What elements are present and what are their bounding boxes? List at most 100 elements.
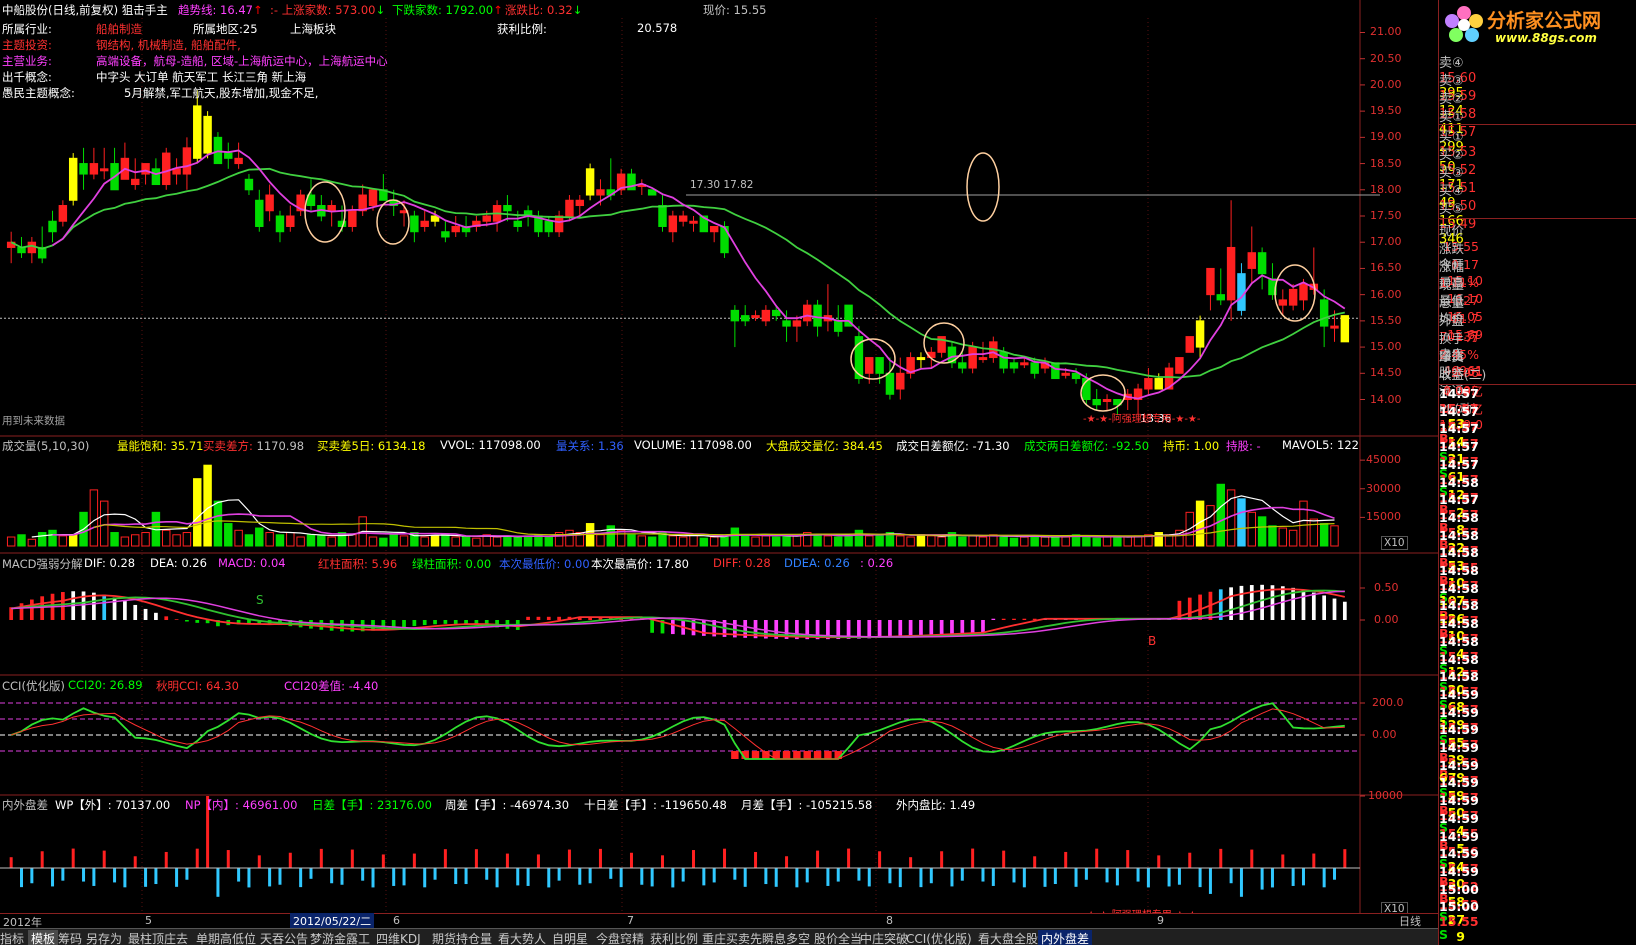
candle-body	[1319, 299, 1329, 327]
tab-2[interactable]: 筹码	[58, 930, 82, 945]
wp-bar	[712, 868, 716, 883]
tab-20[interactable]: 内外盘差	[1038, 930, 1093, 945]
candle-fill	[59, 205, 67, 222]
wp-bar	[51, 868, 55, 887]
macd-tick-label: 0.00	[1374, 613, 1399, 626]
trade-time: 14:58	[1439, 669, 1479, 685]
sell-row[interactable]: 卖④ 15.60 395	[1439, 52, 1636, 101]
wp-bar	[1022, 868, 1026, 888]
tab-8[interactable]: 四维KDJ	[376, 930, 421, 945]
trade-row: 14:59 15.57 30 B	[1439, 846, 1636, 906]
wp-bar	[1157, 855, 1161, 868]
wp-bar	[1208, 868, 1212, 894]
wp-bar	[1177, 868, 1181, 885]
wp-bar	[1343, 849, 1347, 868]
buy-level-label: 买③	[1439, 166, 1464, 181]
tab-9[interactable]: 期货持仓量	[432, 930, 492, 945]
buy-row[interactable]: 买① 15.53 50	[1439, 126, 1636, 175]
stat-row: 涨跌 0.17 最高 16.10	[1439, 238, 1636, 306]
tab-10[interactable]: 看大势人	[498, 930, 546, 945]
tab-6[interactable]: 天吞公告	[260, 930, 308, 945]
chart-window[interactable]: SB 中船股份(日线,前复权) 狙击手主 趋势线: 16.47↑ :- 上涨家数…	[0, 0, 1636, 945]
volume-bar	[461, 535, 471, 547]
ratio-value: 0.32	[547, 3, 573, 17]
buy-row[interactable]: 买③ 15.51 49	[1439, 162, 1636, 211]
trade-price: 15.55	[1439, 914, 1479, 930]
tab-12[interactable]: 今盘窍精	[596, 930, 644, 945]
buy-level-label: 买④	[1439, 184, 1464, 199]
volume-bar	[916, 534, 926, 547]
tab-11[interactable]: 自明星	[552, 930, 588, 945]
wp-ten: 十日差【手】: -119650.48	[584, 798, 727, 812]
wp-bar	[526, 868, 530, 886]
wp-bar	[1126, 850, 1130, 868]
tab-3[interactable]: 另存为	[86, 930, 122, 945]
wp-day: 日差【手】: 23176.00	[312, 798, 432, 812]
wp-bar	[412, 853, 416, 868]
candle-body	[958, 362, 967, 369]
trade-time: 14:58	[1439, 580, 1479, 596]
wp-bar	[692, 850, 696, 868]
volume-bar	[317, 535, 326, 547]
trade-time: 14:58	[1439, 527, 1479, 543]
high-price: 本次最高价: 17.80	[591, 557, 689, 571]
stat-label: 净资	[1439, 349, 1465, 364]
stat-label: 外盘	[1439, 313, 1465, 328]
wp-bar	[433, 868, 437, 880]
buy-row[interactable]: 买⑤ 15.49 346	[1439, 198, 1636, 247]
date-selected[interactable]: 2012/05/22/二	[290, 913, 375, 929]
trade-row: 14:57 15.57 12 B	[1439, 457, 1636, 517]
wp-bar	[454, 868, 458, 885]
price-tick-label: 20.50	[1370, 51, 1402, 65]
tab-5[interactable]: 单期高低位	[196, 930, 256, 945]
logo-area: 分析家公式网 www.88gs.com	[1439, 0, 1636, 50]
sell-row[interactable]: 卖③ 15.59 124	[1439, 70, 1636, 119]
buy-row[interactable]: 买④ 15.50 166	[1439, 180, 1636, 229]
sell-row[interactable]: 卖② 15.58 411	[1439, 88, 1636, 137]
vol-tick-label: 15000	[1366, 510, 1401, 524]
trade-time: 14:58	[1439, 633, 1479, 649]
candle-body	[658, 205, 667, 227]
tab-19[interactable]: 看大盘全股	[978, 930, 1038, 945]
tab-7[interactable]: 梦游金露工	[310, 930, 370, 945]
macd-s-mark: S	[256, 593, 264, 607]
wp-bar	[505, 853, 509, 868]
candle-fill	[1289, 289, 1297, 306]
tab-0[interactable]: 指标	[0, 930, 24, 945]
volume-bar	[854, 529, 864, 547]
tab-17[interactable]: 中庄突破	[860, 930, 908, 945]
candle-body	[244, 178, 254, 191]
wp-bar	[567, 849, 571, 868]
candle-body	[224, 152, 233, 159]
volume-bar	[1288, 529, 1298, 547]
stat-label: 涨跌	[1439, 241, 1465, 256]
tab-14[interactable]: 重庄买卖先	[702, 930, 762, 945]
tab-15[interactable]: 瞬息多空	[762, 930, 810, 945]
candle-body	[193, 105, 202, 159]
tab-4[interactable]: 最柱顶庄去	[128, 930, 188, 945]
up-count: :- 上涨家数: 573.00↓	[270, 2, 385, 18]
candle-body	[503, 205, 512, 212]
candle-fill	[596, 189, 605, 196]
candle-body	[1237, 273, 1246, 311]
wp-bar	[1033, 856, 1037, 868]
tab-1[interactable]: 模板	[28, 930, 59, 945]
chart-canvas[interactable]: SB	[0, 0, 1438, 928]
sell-row[interactable]: 卖① 15.57 299	[1439, 106, 1636, 155]
tab-18[interactable]: CCI(优化版)	[906, 930, 972, 945]
wp-bar	[681, 868, 685, 882]
cci-title: CCI(优化版)	[2, 679, 65, 693]
wp-bar	[20, 868, 24, 888]
volume-bar	[172, 534, 181, 547]
tab-13[interactable]: 获利比例	[650, 930, 698, 945]
tab-16[interactable]: 股价全当	[814, 930, 862, 945]
future-data-note: 用到未来数据	[2, 415, 65, 427]
buy-row[interactable]: 买② 15.52 171	[1439, 144, 1636, 193]
candle-fill	[1144, 378, 1153, 390]
volume-bar	[565, 529, 574, 547]
wp-bar	[257, 855, 261, 868]
period-label[interactable]: 日线	[1399, 913, 1421, 929]
stat-row: 外盘 70137 内盘 46961	[1439, 310, 1636, 378]
wp-bar	[340, 868, 344, 885]
price-tick-label: 19.50	[1370, 104, 1402, 118]
